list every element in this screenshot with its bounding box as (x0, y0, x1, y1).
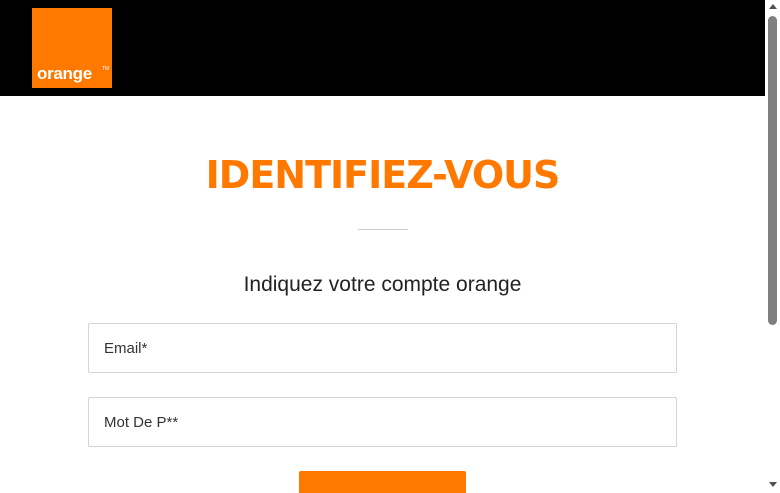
scroll-up-arrow-icon[interactable] (769, 4, 777, 9)
page-title: IDENTIFIEZ-VOUS (205, 153, 561, 197)
top-header: TM orange (0, 0, 765, 96)
logo-trademark: TM (102, 66, 110, 72)
scroll-thumb[interactable] (768, 16, 777, 325)
submit-button[interactable] (299, 471, 466, 493)
vertical-scrollbar[interactable] (765, 0, 780, 493)
orange-logo[interactable]: TM orange (32, 8, 112, 88)
page-subtitle: Indiquez votre compte orange (243, 273, 522, 296)
email-field[interactable] (88, 323, 677, 373)
password-field[interactable] (88, 397, 677, 447)
scroll-down-arrow-icon[interactable] (769, 482, 777, 487)
login-panel: IDENTIFIEZ-VOUS Indiquez votre compte or… (0, 96, 765, 493)
title-divider (358, 229, 408, 230)
logo-wordmark: orange (37, 64, 92, 83)
